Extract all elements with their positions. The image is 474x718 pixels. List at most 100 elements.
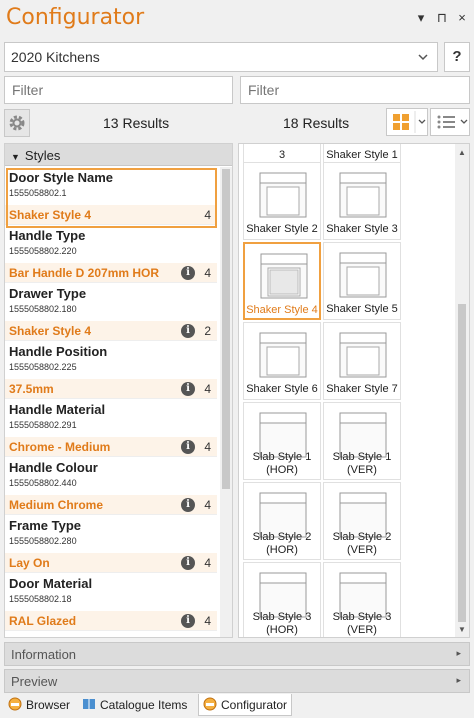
info-icon[interactable]: i — [181, 498, 195, 512]
property-value: Shaker Style 4 — [9, 324, 92, 338]
tab-label: Configurator — [221, 698, 288, 712]
style-tile[interactable]: Shaker Style 7 — [323, 322, 401, 400]
catalog-select-value: 2020 Kitchens — [11, 49, 100, 65]
close-icon[interactable]: × — [455, 10, 469, 25]
book-icon — [83, 699, 95, 709]
right-scrollbar-thumb[interactable] — [458, 304, 466, 622]
preview-label: Preview — [11, 674, 58, 689]
right-filter-input[interactable] — [240, 76, 470, 104]
style-tile[interactable]: Slab Style 1 (VER) — [323, 402, 401, 480]
configurator-icon — [203, 697, 217, 711]
property-value-row[interactable]: Chrome - Medium i 4 — [5, 437, 217, 457]
style-tile-label: Shaker Style 3 — [326, 223, 398, 235]
info-icon[interactable]: i — [181, 382, 195, 396]
property-name: Handle Position — [9, 344, 108, 359]
style-tile[interactable]: Slab Style 2 (VER) — [323, 482, 401, 560]
expand-arrow-icon: ▸ — [456, 648, 461, 658]
preview-section[interactable]: Preview ▸ — [4, 669, 470, 693]
property-header[interactable]: Door Material 1555058802.18 — [5, 573, 217, 611]
property-value-row[interactable]: Shaker Style 4 4 — [5, 205, 217, 225]
info-icon[interactable]: i — [181, 324, 195, 338]
help-button[interactable]: ? — [444, 42, 470, 72]
option-count: 4 — [204, 498, 211, 512]
door-thumbnail-icon — [339, 172, 387, 218]
left-scrollbar[interactable] — [220, 167, 232, 637]
property-value: Chrome - Medium — [9, 440, 111, 454]
property-header[interactable]: Handle Material 1555058802.291 — [5, 399, 217, 437]
scroll-up-icon[interactable]: ▲ — [458, 148, 466, 157]
style-tile[interactable]: Slab Style 3 (HOR) — [243, 562, 321, 637]
style-tile[interactable]: Slab Style 3 (VER) — [323, 562, 401, 637]
property-value-row[interactable]: Shaker Style 4 i2 — [5, 321, 217, 341]
menu-dropdown-icon[interactable]: ▾ — [414, 10, 428, 26]
tab-browser[interactable]: Browser — [4, 694, 74, 716]
option-count: 4 — [204, 208, 211, 222]
property-name: Handle Colour — [9, 460, 98, 475]
left-filter-input[interactable] — [4, 76, 233, 104]
scroll-down-icon[interactable]: ▼ — [458, 625, 466, 634]
property-header[interactable]: Handle Position 1555058802.225 — [5, 341, 217, 379]
style-tile-label: Slab Style 1 (VER) — [332, 451, 392, 476]
styles-panel: ▼ Styles Door Style Name 1555058802.1 Shake… — [4, 143, 233, 638]
property-header[interactable]: Drawer Type 1555058802.180 — [5, 283, 217, 321]
option-count: 2 — [204, 324, 211, 338]
property-header[interactable]: Handle Colour 1555058802.440 — [5, 457, 217, 495]
style-tile-label: Slab Style 1 (HOR) — [252, 451, 312, 476]
window-title: Configurator — [6, 5, 145, 30]
property-value-row[interactable]: Medium Chrome i 4 — [5, 495, 217, 515]
info-icon[interactable]: i — [181, 556, 195, 570]
door-thumbnail-icon — [260, 253, 308, 299]
catalog-select[interactable]: 2020 Kitchens — [4, 42, 438, 72]
expand-arrow-icon: ▸ — [456, 675, 461, 685]
property-value-row[interactable]: Bar Handle D 207mm HOR i 4 — [5, 263, 217, 283]
information-section[interactable]: Information ▸ — [4, 642, 470, 666]
grid-view-button[interactable] — [386, 108, 428, 136]
styles-header[interactable]: ▼ Styles — [5, 144, 232, 166]
info-icon[interactable]: i — [181, 614, 195, 628]
property-value: Bar Handle D 207mm HOR — [9, 266, 160, 280]
property-value: Shaker Style 4 — [9, 208, 92, 222]
gear-icon — [9, 115, 25, 131]
tab-catalogue-items[interactable]: Catalogue Items — [78, 694, 191, 716]
property-header[interactable]: Handle Type 1555058802.220 — [5, 225, 217, 263]
style-tile-selected[interactable]: Shaker Style 4 — [243, 242, 321, 320]
property-code: 1555058802.225 — [9, 362, 77, 372]
option-count: 4 — [204, 614, 211, 628]
option-count: 4 — [204, 266, 211, 280]
property-code: 1555058802.440 — [9, 478, 77, 488]
style-tile[interactable]: Slab Style 2 (HOR) — [243, 482, 321, 560]
tab-label: Catalogue Items — [100, 698, 188, 712]
property-name: Frame Type — [9, 518, 82, 533]
property-header[interactable]: Frame Type 1555058802.280 — [5, 515, 217, 553]
tab-configurator[interactable]: Configurator — [198, 694, 293, 716]
property-name: Door Material — [9, 576, 93, 591]
tab-label: Browser — [26, 698, 71, 712]
style-tile-label: Slab Style 2 (VER) — [332, 531, 392, 556]
style-tile-label: Slab Style 3 (HOR) — [252, 611, 312, 636]
right-scrollbar[interactable]: ▲ ▼ — [455, 144, 469, 637]
style-tile[interactable]: Shaker Style 5 — [323, 242, 401, 320]
style-tile-label: Shaker Style 2 — [246, 223, 318, 235]
door-thumbnail-icon — [338, 143, 388, 145]
left-results-count: 13 Results — [103, 115, 170, 131]
property-value-row[interactable]: Lay On i 4 — [5, 553, 217, 573]
info-icon[interactable]: i — [181, 266, 195, 280]
property-value-row[interactable]: RAL Glazed i 4 — [5, 611, 217, 631]
style-tile[interactable]: Shaker Style 6 — [243, 322, 321, 400]
pin-icon[interactable]: ⊓ — [435, 10, 449, 26]
style-tile[interactable]: Shaker Style 2 — [243, 162, 321, 240]
property-value: Medium Chrome — [9, 498, 104, 512]
style-tile[interactable]: Slab Style 1 (HOR) — [243, 402, 321, 480]
bottom-tab-bar: Browser Catalogue Items Configurator — [0, 694, 474, 718]
list-view-button[interactable] — [430, 108, 470, 136]
style-tile-label: Shaker Style 1 — [326, 149, 398, 161]
property-header[interactable]: Door Style Name 1555058802.1 — [5, 167, 217, 205]
settings-button[interactable] — [4, 109, 30, 137]
left-scrollbar-thumb[interactable] — [222, 169, 230, 489]
door-thumbnail-icon — [258, 143, 308, 145]
style-tile[interactable]: Shaker Style 3 — [323, 162, 401, 240]
style-tile-label: Shaker Style 7 — [326, 383, 398, 395]
info-icon[interactable]: i — [181, 440, 195, 454]
property-value-row[interactable]: 37.5mm i 4 — [5, 379, 217, 399]
style-tile-label: Shaker Style 4 — [246, 304, 318, 316]
